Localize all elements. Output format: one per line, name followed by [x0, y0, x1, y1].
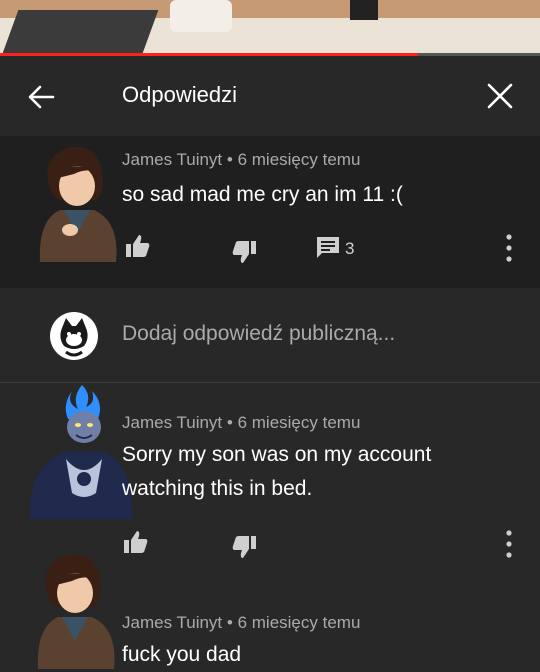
- reply-item: James Tuinyt • 6 miesięcy temu fuck you …: [0, 543, 540, 669]
- comment-text: fuck you dad: [122, 643, 242, 666]
- video-object: [1, 10, 159, 56]
- comment-text: so sad mad me cry an im 11 :(: [122, 183, 403, 206]
- video-object: [350, 0, 378, 20]
- user-avatar[interactable]: [50, 312, 98, 360]
- reply-item: James Tuinyt • 6 miesięcy temu Sorry my …: [0, 383, 540, 558]
- comment-text-line: watching this in bed.: [122, 477, 313, 500]
- thumbs-up-icon: [126, 235, 150, 257]
- meta-separator: •: [226, 613, 238, 632]
- comment-meta: James Tuinyt • 6 miesięcy temu: [122, 413, 360, 433]
- avatar[interactable]: [28, 545, 124, 669]
- comment-author[interactable]: James Tuinyt: [122, 150, 222, 169]
- reply-button[interactable]: [314, 234, 342, 262]
- more-options-button[interactable]: [503, 232, 515, 264]
- page-title: Odpowiedzi: [122, 82, 237, 107]
- comment-text: Sorry my son was on my account watching …: [122, 438, 431, 506]
- meta-separator: •: [226, 150, 238, 169]
- comment-time: 6 miesięcy temu: [237, 613, 361, 632]
- cartoon-cat-icon: [60, 318, 88, 357]
- original-comment: James Tuinyt • 6 miesięcy temu so sad ma…: [0, 136, 540, 288]
- comment-meta: James Tuinyt • 6 miesięcy temu: [122, 150, 360, 170]
- more-vert-icon: [506, 234, 512, 262]
- replies-header: Odpowiedzi: [0, 56, 540, 136]
- comment-author[interactable]: James Tuinyt: [122, 613, 222, 632]
- meta-separator: •: [226, 413, 238, 432]
- thumbs-down-icon: [232, 241, 256, 263]
- comment-icon: [317, 237, 339, 258]
- like-button[interactable]: [124, 232, 152, 260]
- reply-count: 3: [345, 239, 355, 258]
- comment-text-line: Sorry my son was on my account: [122, 443, 432, 466]
- arrow-back-icon: [28, 85, 55, 109]
- avatar[interactable]: [26, 383, 136, 519]
- video-object: [170, 0, 232, 32]
- avatar[interactable]: [30, 138, 126, 262]
- comment-meta: James Tuinyt • 6 miesięcy temu: [122, 613, 360, 633]
- back-button[interactable]: [26, 82, 56, 112]
- add-reply-input[interactable]: Dodaj odpowiedź publiczną...: [122, 322, 395, 346]
- video-thumbnail-strip[interactable]: [0, 0, 540, 56]
- comment-time: 6 miesięcy temu: [237, 150, 361, 169]
- close-icon: [487, 83, 513, 109]
- add-reply-row: Dodaj odpowiedź publiczną...: [0, 288, 540, 383]
- comment-author[interactable]: James Tuinyt: [122, 413, 222, 432]
- close-button[interactable]: [484, 80, 516, 112]
- dislike-button[interactable]: [230, 238, 258, 266]
- comment-time: 6 miesięcy temu: [237, 413, 361, 432]
